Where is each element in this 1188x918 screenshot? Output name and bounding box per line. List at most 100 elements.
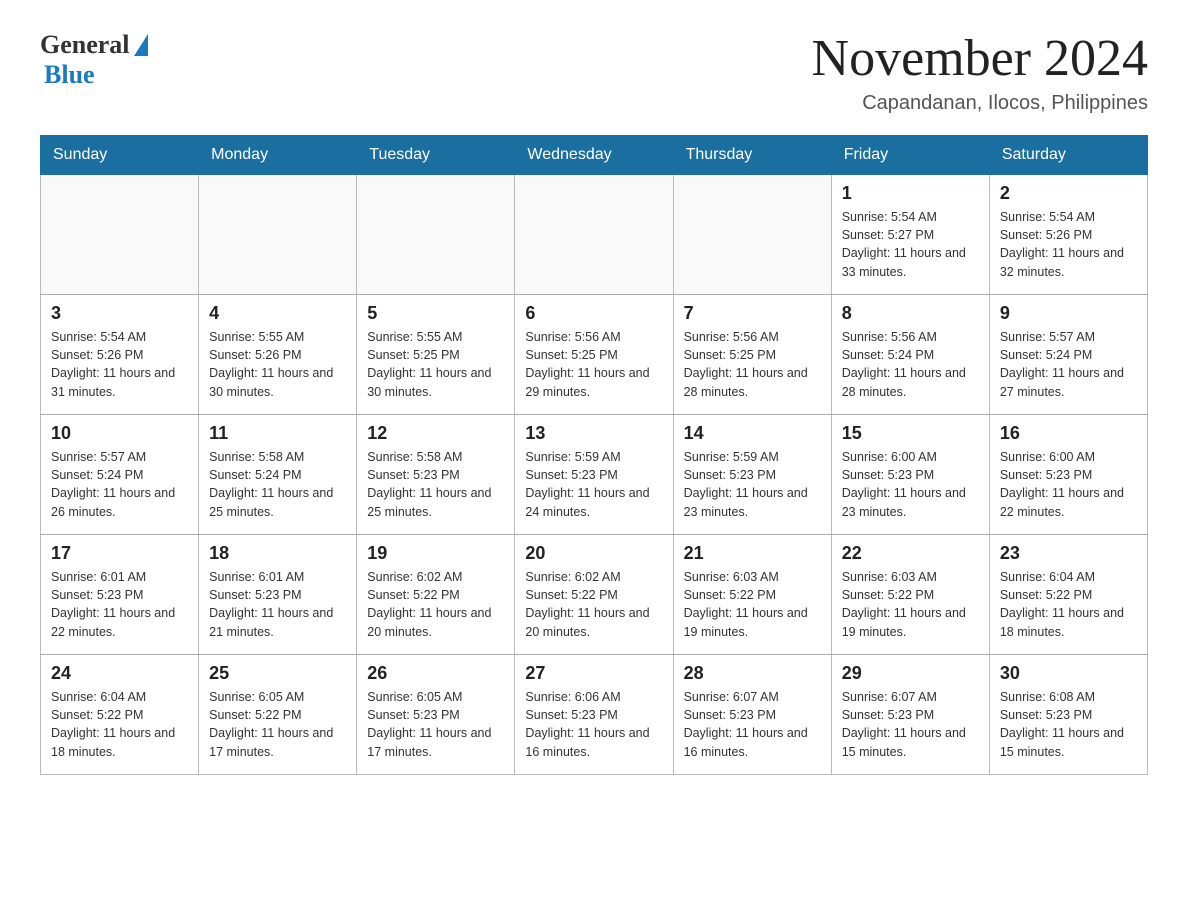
day-info: Sunrise: 6:03 AM Sunset: 5:22 PM Dayligh… xyxy=(684,568,821,641)
calendar-cell: 29 Sunrise: 6:07 AM Sunset: 5:23 PM Dayli… xyxy=(831,655,989,775)
logo: General Blue xyxy=(40,30,148,90)
day-number: 22 xyxy=(842,543,979,564)
day-header-thursday: Thursday xyxy=(673,136,831,175)
day-info: Sunrise: 5:55 AM Sunset: 5:25 PM Dayligh… xyxy=(367,328,504,401)
day-info: Sunrise: 5:56 AM Sunset: 5:25 PM Dayligh… xyxy=(525,328,662,401)
week-row-1: 1Sunrise: 5:54 AM Sunset: 5:27 PM Daylig… xyxy=(41,175,1148,295)
day-info: Sunrise: 5:54 AM Sunset: 5:26 PM Dayligh… xyxy=(1000,208,1137,281)
day-info: Sunrise: 5:56 AM Sunset: 5:24 PM Dayligh… xyxy=(842,328,979,401)
day-number: 13 xyxy=(525,423,662,444)
day-number: 8 xyxy=(842,303,979,324)
calendar-cell: 18 Sunrise: 6:01 AM Sunset: 5:23 PM Dayli… xyxy=(199,535,357,655)
calendar-cell: 26Sunrise: 6:05 AM Sunset: 5:23 PM Dayli… xyxy=(357,655,515,775)
day-number: 18 xyxy=(209,543,346,564)
day-info: Sunrise: 6:02 AM Sunset: 5:22 PM Dayligh… xyxy=(367,568,504,641)
day-number: 14 xyxy=(684,423,821,444)
day-header-wednesday: Wednesday xyxy=(515,136,673,175)
day-info: Sunrise: 6:02 AM Sunset: 5:22 PM Dayligh… xyxy=(525,568,662,641)
day-info: Sunrise: 6:07 AM Sunset: 5:23 PM Dayligh… xyxy=(684,688,821,761)
title-block: November 2024 Capandanan, Ilocos, Philip… xyxy=(812,30,1148,115)
calendar-cell: 20 Sunrise: 6:02 AM Sunset: 5:22 PM Dayli… xyxy=(515,535,673,655)
calendar-cell: 6 Sunrise: 5:56 AM Sunset: 5:25 PM Daylig… xyxy=(515,295,673,415)
day-header-friday: Friday xyxy=(831,136,989,175)
day-number: 30 xyxy=(1000,663,1137,684)
week-row-3: 10Sunrise: 5:57 AM Sunset: 5:24 PM Dayli… xyxy=(41,415,1148,535)
calendar-cell: 4 Sunrise: 5:55 AM Sunset: 5:26 PM Daylig… xyxy=(199,295,357,415)
day-info: Sunrise: 6:01 AM Sunset: 5:23 PM Dayligh… xyxy=(209,568,346,641)
day-info: Sunrise: 5:55 AM Sunset: 5:26 PM Dayligh… xyxy=(209,328,346,401)
day-number: 11 xyxy=(209,423,346,444)
day-number: 27 xyxy=(525,663,662,684)
days-of-week-row: SundayMondayTuesdayWednesdayThursdayFrid… xyxy=(41,136,1148,175)
day-info: Sunrise: 6:01 AM Sunset: 5:23 PM Dayligh… xyxy=(51,568,188,641)
day-info: Sunrise: 5:59 AM Sunset: 5:23 PM Dayligh… xyxy=(525,448,662,521)
page-header: General Blue November 2024 Capandanan, I… xyxy=(40,30,1148,115)
calendar-table: SundayMondayTuesdayWednesdayThursdayFrid… xyxy=(40,135,1148,775)
day-number: 5 xyxy=(367,303,504,324)
day-number: 23 xyxy=(1000,543,1137,564)
day-number: 29 xyxy=(842,663,979,684)
day-info: Sunrise: 6:05 AM Sunset: 5:22 PM Dayligh… xyxy=(209,688,346,761)
day-number: 25 xyxy=(209,663,346,684)
day-info: Sunrise: 5:54 AM Sunset: 5:27 PM Dayligh… xyxy=(842,208,979,281)
calendar-cell xyxy=(41,175,199,295)
calendar-cell: 12Sunrise: 5:58 AM Sunset: 5:23 PM Dayli… xyxy=(357,415,515,535)
calendar-cell: 15Sunrise: 6:00 AM Sunset: 5:23 PM Dayli… xyxy=(831,415,989,535)
calendar-cell: 30 Sunrise: 6:08 AM Sunset: 5:23 PM Dayli… xyxy=(989,655,1147,775)
day-number: 6 xyxy=(525,303,662,324)
logo-general-text: General xyxy=(40,30,130,60)
day-header-monday: Monday xyxy=(199,136,357,175)
day-info: Sunrise: 5:58 AM Sunset: 5:24 PM Dayligh… xyxy=(209,448,346,521)
day-info: Sunrise: 6:00 AM Sunset: 5:23 PM Dayligh… xyxy=(1000,448,1137,521)
calendar-cell xyxy=(673,175,831,295)
calendar-cell: 17 Sunrise: 6:01 AM Sunset: 5:23 PM Dayli… xyxy=(41,535,199,655)
logo-blue-text: Blue xyxy=(44,60,95,90)
calendar-cell: 28 Sunrise: 6:07 AM Sunset: 5:23 PM Dayli… xyxy=(673,655,831,775)
calendar-cell: 23Sunrise: 6:04 AM Sunset: 5:22 PM Dayli… xyxy=(989,535,1147,655)
calendar-body: 1Sunrise: 5:54 AM Sunset: 5:27 PM Daylig… xyxy=(41,175,1148,775)
calendar-cell: 8 Sunrise: 5:56 AM Sunset: 5:24 PM Daylig… xyxy=(831,295,989,415)
week-row-2: 3Sunrise: 5:54 AM Sunset: 5:26 PM Daylig… xyxy=(41,295,1148,415)
calendar-cell xyxy=(199,175,357,295)
calendar-cell: 3Sunrise: 5:54 AM Sunset: 5:26 PM Daylig… xyxy=(41,295,199,415)
day-number: 9 xyxy=(1000,303,1137,324)
day-number: 24 xyxy=(51,663,188,684)
day-number: 21 xyxy=(684,543,821,564)
day-info: Sunrise: 5:56 AM Sunset: 5:25 PM Dayligh… xyxy=(684,328,821,401)
calendar-cell: 27Sunrise: 6:06 AM Sunset: 5:23 PM Dayli… xyxy=(515,655,673,775)
day-number: 20 xyxy=(525,543,662,564)
day-number: 3 xyxy=(51,303,188,324)
calendar-cell: 11 Sunrise: 5:58 AM Sunset: 5:24 PM Dayli… xyxy=(199,415,357,535)
week-row-4: 17 Sunrise: 6:01 AM Sunset: 5:23 PM Dayli… xyxy=(41,535,1148,655)
calendar-cell: 13 Sunrise: 5:59 AM Sunset: 5:23 PM Dayli… xyxy=(515,415,673,535)
day-info: Sunrise: 6:07 AM Sunset: 5:23 PM Dayligh… xyxy=(842,688,979,761)
day-number: 10 xyxy=(51,423,188,444)
calendar-cell: 9 Sunrise: 5:57 AM Sunset: 5:24 PM Daylig… xyxy=(989,295,1147,415)
calendar-cell: 2Sunrise: 5:54 AM Sunset: 5:26 PM Daylig… xyxy=(989,175,1147,295)
calendar-cell: 19 Sunrise: 6:02 AM Sunset: 5:22 PM Dayli… xyxy=(357,535,515,655)
calendar-cell: 10Sunrise: 5:57 AM Sunset: 5:24 PM Dayli… xyxy=(41,415,199,535)
subtitle: Capandanan, Ilocos, Philippines xyxy=(812,92,1148,115)
calendar-cell: 16 Sunrise: 6:00 AM Sunset: 5:23 PM Dayli… xyxy=(989,415,1147,535)
calendar-cell xyxy=(357,175,515,295)
day-number: 16 xyxy=(1000,423,1137,444)
day-number: 4 xyxy=(209,303,346,324)
main-title: November 2024 xyxy=(812,30,1148,87)
calendar-cell: 25 Sunrise: 6:05 AM Sunset: 5:22 PM Dayli… xyxy=(199,655,357,775)
day-info: Sunrise: 5:58 AM Sunset: 5:23 PM Dayligh… xyxy=(367,448,504,521)
day-info: Sunrise: 6:08 AM Sunset: 5:23 PM Dayligh… xyxy=(1000,688,1137,761)
day-header-tuesday: Tuesday xyxy=(357,136,515,175)
day-number: 17 xyxy=(51,543,188,564)
calendar-cell: 22Sunrise: 6:03 AM Sunset: 5:22 PM Dayli… xyxy=(831,535,989,655)
day-number: 7 xyxy=(684,303,821,324)
calendar-header: SundayMondayTuesdayWednesdayThursdayFrid… xyxy=(41,136,1148,175)
day-number: 19 xyxy=(367,543,504,564)
logo-blue-part xyxy=(132,34,148,56)
day-number: 28 xyxy=(684,663,821,684)
calendar-cell: 14Sunrise: 5:59 AM Sunset: 5:23 PM Dayli… xyxy=(673,415,831,535)
day-info: Sunrise: 6:05 AM Sunset: 5:23 PM Dayligh… xyxy=(367,688,504,761)
day-info: Sunrise: 5:57 AM Sunset: 5:24 PM Dayligh… xyxy=(1000,328,1137,401)
day-info: Sunrise: 6:04 AM Sunset: 5:22 PM Dayligh… xyxy=(51,688,188,761)
day-info: Sunrise: 6:00 AM Sunset: 5:23 PM Dayligh… xyxy=(842,448,979,521)
calendar-cell: 24 Sunrise: 6:04 AM Sunset: 5:22 PM Dayli… xyxy=(41,655,199,775)
